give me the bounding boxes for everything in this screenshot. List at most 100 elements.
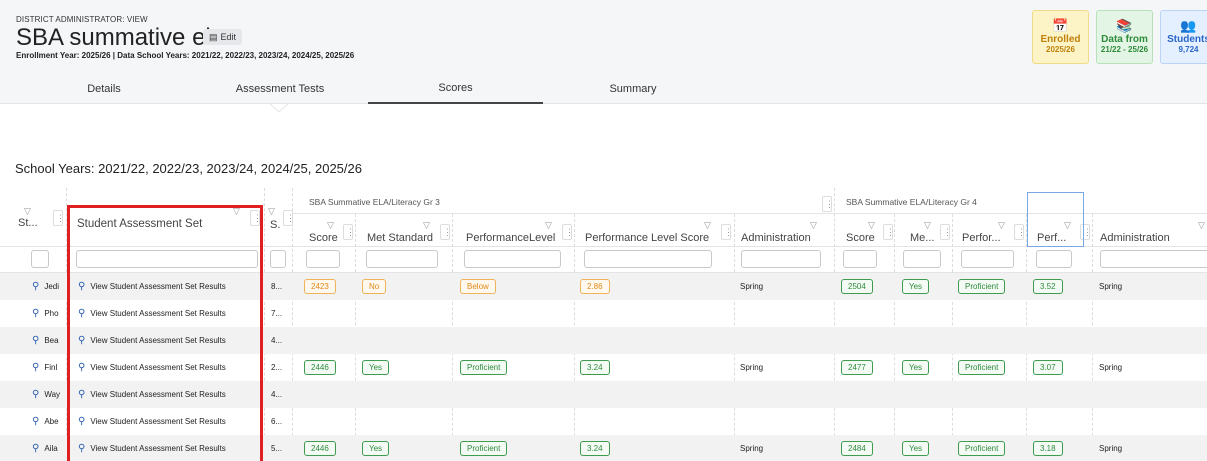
g4-level-score-cell: 3.18 [1033, 435, 1063, 461]
col-resize-handle[interactable] [250, 210, 262, 226]
filter-input-g4-admin[interactable] [1100, 250, 1207, 268]
filter-input-s[interactable] [270, 250, 286, 268]
tab-details[interactable]: Details [14, 74, 194, 104]
col-header-g3-met[interactable]: Met Standard [367, 232, 433, 244]
filter-funnel-icon[interactable]: ▽ [423, 220, 430, 231]
data-from-badge-title: Data from [1101, 34, 1148, 45]
students-icon: 👥 [1180, 18, 1197, 33]
col-resize-handle[interactable] [343, 224, 355, 240]
filter-input-g4-met[interactable] [903, 250, 941, 268]
g4-met-cell: Yes [902, 273, 930, 300]
filter-funnel-icon[interactable]: ▽ [24, 206, 31, 217]
view-results-link[interactable]: ⚲ View Student Assessment Set Results [78, 381, 262, 408]
col-resize-handle[interactable] [440, 224, 452, 240]
col-resize-handle[interactable] [883, 224, 895, 240]
filter-input-g4-score[interactable] [843, 250, 877, 268]
enrolled-badge[interactable]: 📅 Enrolled 2025/26 [1032, 10, 1089, 64]
table-row: ⚲ Finl ⚲ View Student Assessment Set Resul… [0, 354, 1207, 381]
g4-level-score-pill: 3.18 [1033, 441, 1063, 456]
filter-input-g3-level-score[interactable] [584, 250, 712, 268]
student-name: Aila [44, 444, 58, 453]
tab-summary[interactable]: Summary [543, 74, 723, 104]
filter-input-assessment-set[interactable] [76, 250, 258, 268]
filter-funnel-icon[interactable]: ▽ [268, 206, 275, 217]
col-header-g4-admin[interactable]: Administration [1100, 232, 1170, 244]
filter-input-g3-level[interactable] [464, 250, 561, 268]
search-icon: ⚲ [78, 362, 86, 373]
student-link[interactable]: ⚲ Finl [32, 354, 66, 381]
col-header-assessment-set[interactable]: Student Assessment Set [77, 218, 227, 230]
col-header-g3-level[interactable]: PerformanceLevel [466, 232, 555, 244]
col-header-g4-met[interactable]: Me... [910, 232, 934, 244]
col-header-student[interactable]: St... [18, 217, 52, 229]
students-badge[interactable]: 👥 Students 9,724 [1160, 10, 1207, 64]
col-resize-handle[interactable] [721, 224, 733, 240]
view-results-label: View Student Assessment Set Results [90, 417, 226, 426]
view-results-label: View Student Assessment Set Results [90, 282, 226, 291]
col-header-g3-score[interactable]: Score [309, 232, 338, 244]
student-link[interactable]: ⚲ Pho [32, 300, 66, 327]
group-resize-handle[interactable] [822, 196, 834, 212]
g3-level-score-cell: 3.24 [580, 435, 610, 461]
filter-funnel-icon[interactable]: ▽ [1198, 220, 1205, 231]
col-resize-handle[interactable] [53, 210, 65, 226]
filter-funnel-icon[interactable]: ▽ [327, 220, 334, 231]
col-header-g4-level[interactable]: Perfor... [962, 232, 1001, 244]
view-results-link[interactable]: ⚲ View Student Assessment Set Results [78, 408, 262, 435]
school-years-heading: School Years: 2021/22, 2022/23, 2023/24,… [15, 161, 362, 176]
g4-score-pill: 2484 [841, 441, 873, 456]
col-resize-handle[interactable] [562, 224, 574, 240]
col-resize-handle[interactable] [940, 224, 952, 240]
view-results-link[interactable]: ⚲ View Student Assessment Set Results [78, 273, 262, 300]
filter-funnel-icon[interactable]: ▽ [1064, 220, 1071, 231]
col-resize-handle[interactable] [1014, 224, 1026, 240]
col-header-g4-score[interactable]: Score [846, 232, 875, 244]
filter-input-g4-level[interactable] [961, 250, 1014, 268]
student-name: Finl [44, 363, 58, 372]
filter-funnel-icon[interactable]: ▽ [868, 220, 875, 231]
s-value: 8... [271, 282, 283, 291]
view-results-link[interactable]: ⚲ View Student Assessment Set Results [78, 327, 262, 354]
col-resize-handle[interactable] [1080, 224, 1092, 240]
search-icon: ⚲ [32, 443, 40, 454]
filter-input-g3-met[interactable] [366, 250, 438, 268]
g3-level-score-cell: 2.86 [580, 273, 610, 300]
view-results-link[interactable]: ⚲ View Student Assessment Set Results [78, 354, 262, 381]
filter-input-g3-score[interactable] [306, 250, 340, 268]
search-icon: ⚲ [32, 362, 40, 373]
tab-scores[interactable]: Scores [368, 74, 543, 104]
data-from-badge-value: 21/22 - 25/26 [1100, 45, 1149, 54]
filter-funnel-icon[interactable]: ▽ [704, 220, 711, 231]
filter-input-g4-level-score[interactable] [1036, 250, 1072, 268]
filter-funnel-icon[interactable]: ▽ [545, 220, 552, 231]
data-from-badge[interactable]: 📚 Data from 21/22 - 25/26 [1096, 10, 1153, 64]
col-header-g4-level-score[interactable]: Perf... [1037, 232, 1066, 244]
filter-funnel-icon[interactable]: ▽ [998, 220, 1005, 231]
student-link[interactable]: ⚲ Aila [32, 435, 66, 461]
g3-score-cell: 2446 [304, 435, 336, 461]
view-results-link[interactable]: ⚲ View Student Assessment Set Results [78, 435, 262, 461]
view-results-link[interactable]: ⚲ View Student Assessment Set Results [78, 300, 262, 327]
search-icon: ⚲ [78, 443, 86, 454]
student-link[interactable]: ⚲ Jedi [32, 273, 66, 300]
col-resize-handle[interactable] [283, 210, 295, 226]
filter-funnel-icon[interactable]: ▽ [924, 220, 931, 231]
table-row: ⚲ Bea ⚲ View Student Assessment Set Result… [0, 327, 1207, 354]
filter-funnel-icon[interactable]: ▽ [233, 206, 240, 217]
filter-funnel-icon[interactable]: ▽ [810, 220, 817, 231]
student-link[interactable]: ⚲ Bea [32, 327, 66, 354]
col-header-g3-level-score[interactable]: Performance Level Score [585, 232, 709, 244]
search-icon: ⚲ [32, 335, 40, 346]
filter-input-g3-admin[interactable] [741, 250, 821, 268]
tab-assessment-tests[interactable]: Assessment Tests [190, 74, 370, 104]
g3-level-score-pill: 2.86 [580, 279, 610, 294]
student-link[interactable]: ⚲ Abe [32, 408, 66, 435]
g4-score-cell: 2477 [841, 354, 873, 381]
edit-button[interactable]: ▤ Edit [203, 29, 243, 45]
col-header-g3-admin[interactable]: Administration [741, 232, 811, 244]
col-header-s[interactable]: S. [270, 219, 284, 231]
s-value: 5... [271, 444, 283, 453]
student-name: Pho [44, 309, 59, 318]
student-link[interactable]: ⚲ Way [32, 381, 66, 408]
filter-input-student[interactable] [31, 250, 49, 268]
